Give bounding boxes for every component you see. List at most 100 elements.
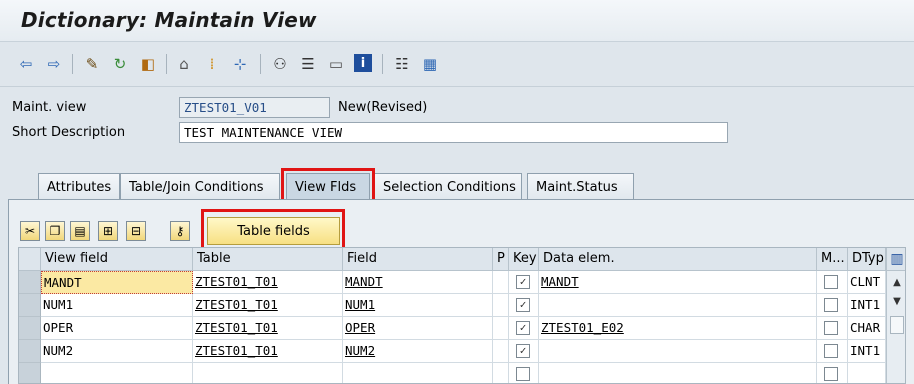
- col-header-table[interactable]: Table: [193, 248, 343, 271]
- p-cell[interactable]: [493, 363, 509, 383]
- tab-table-join-conditions[interactable]: Table/Join Conditions: [120, 173, 280, 199]
- m-cell: [817, 294, 848, 317]
- field-cell[interactable]: OPER: [343, 317, 493, 340]
- object-list-icon[interactable]: ⁞: [202, 54, 222, 74]
- data-element-cell[interactable]: MANDT: [539, 271, 817, 294]
- col-header-data-element[interactable]: Data elem.: [539, 248, 817, 271]
- window-title: Dictionary: Maintain View: [21, 8, 317, 32]
- m-checkbox[interactable]: [824, 367, 838, 381]
- title-bar: Dictionary: Maintain View: [0, 0, 914, 42]
- where-used-icon[interactable]: ⌂: [174, 54, 194, 74]
- key-checkbox[interactable]: ✓: [516, 275, 530, 289]
- m-checkbox[interactable]: [824, 275, 838, 289]
- scroll-down-icon[interactable]: ▼: [890, 295, 904, 309]
- tab-label: Table/Join Conditions: [129, 180, 264, 195]
- key-icon[interactable]: ⚷: [170, 221, 190, 241]
- col-header-m[interactable]: M...: [817, 248, 848, 271]
- short-description-label: Short Description: [12, 125, 126, 140]
- key-checkbox[interactable]: ✓: [516, 298, 530, 312]
- cut-icon[interactable]: ✂: [20, 221, 40, 241]
- table-cell[interactable]: [193, 363, 343, 383]
- other-object-icon[interactable]: ✎: [82, 54, 102, 74]
- hierarchy-icon[interactable]: ⚇: [270, 54, 290, 74]
- tab-label: Selection Conditions: [383, 180, 516, 195]
- field-cell[interactable]: NUM1: [343, 294, 493, 317]
- field-cell[interactable]: [343, 363, 493, 383]
- navigation-icon[interactable]: ⊹: [230, 54, 250, 74]
- tab-highlight-box: [281, 168, 375, 202]
- view-field-cell[interactable]: [41, 363, 193, 383]
- tab-attributes[interactable]: Attributes: [38, 173, 120, 199]
- paste-icon[interactable]: ▤: [70, 221, 90, 241]
- tab-selection-conditions[interactable]: Selection Conditions: [374, 173, 522, 199]
- check-icon[interactable]: ☷: [392, 54, 412, 74]
- technical-settings-icon[interactable]: ☰: [298, 54, 318, 74]
- view-field-cell[interactable]: NUM2: [41, 340, 193, 363]
- view-fields-table: View field Table Field P Key Data elem. …: [18, 247, 906, 384]
- dtype-cell: INT1: [848, 340, 886, 363]
- table-cell[interactable]: ZTEST01_T01: [193, 271, 343, 294]
- back-arrow-icon[interactable]: ⇦: [16, 54, 36, 74]
- m-checkbox[interactable]: [824, 321, 838, 335]
- key-checkbox[interactable]: ✓: [516, 321, 530, 335]
- scroll-up-icon[interactable]: ▲: [890, 276, 904, 290]
- field-cell[interactable]: NUM2: [343, 340, 493, 363]
- data-element-cell[interactable]: ZTEST01_E02: [539, 317, 817, 340]
- m-checkbox[interactable]: [824, 344, 838, 358]
- scroll-thumb[interactable]: [890, 316, 904, 334]
- view-header-form: Maint. view ZTEST01_V01 New(Revised) Sho…: [0, 88, 914, 168]
- m-checkbox[interactable]: [824, 298, 838, 312]
- data-element-cell[interactable]: [539, 363, 817, 383]
- button-highlight-box: [201, 209, 345, 251]
- tab-strip: Attributes Table/Join Conditions View Fl…: [0, 168, 914, 202]
- toolbar-separator: [260, 54, 261, 74]
- toolbar-separator: [382, 54, 383, 74]
- p-cell[interactable]: [493, 271, 509, 294]
- p-cell[interactable]: [493, 317, 509, 340]
- row-selector[interactable]: [19, 271, 41, 294]
- col-header-key[interactable]: Key: [509, 248, 539, 271]
- display-change-icon[interactable]: ↻: [110, 54, 130, 74]
- key-checkbox[interactable]: [516, 367, 530, 381]
- row-selector[interactable]: [19, 317, 41, 340]
- key-checkbox[interactable]: ✓: [516, 344, 530, 358]
- column-settings-icon[interactable]: ▥: [887, 248, 905, 271]
- row-selector[interactable]: [19, 294, 41, 317]
- insert-row-icon[interactable]: ⊞: [98, 221, 118, 241]
- m-cell: [817, 363, 848, 383]
- delete-row-icon[interactable]: ⊟: [126, 221, 146, 241]
- p-cell[interactable]: [493, 294, 509, 317]
- field-cell[interactable]: MANDT: [343, 271, 493, 294]
- col-header-view-field[interactable]: View field: [41, 248, 193, 271]
- copy-icon[interactable]: ❐: [45, 221, 65, 241]
- p-cell[interactable]: [493, 340, 509, 363]
- data-element-cell[interactable]: [539, 340, 817, 363]
- info-icon[interactable]: i: [354, 54, 372, 72]
- tab-label: Attributes: [47, 180, 112, 195]
- view-field-cell[interactable]: OPER: [41, 317, 193, 340]
- table-cell[interactable]: ZTEST01_T01: [193, 317, 343, 340]
- table-view-icon[interactable]: ▦: [420, 54, 440, 74]
- documentation-icon[interactable]: ▭: [326, 54, 346, 74]
- col-header-dtype[interactable]: DTyp: [848, 248, 886, 271]
- col-header-field[interactable]: Field: [343, 248, 493, 271]
- maint-view-label: Maint. view: [12, 100, 87, 115]
- col-header-p[interactable]: P: [493, 248, 509, 271]
- vertical-scrollbar[interactable]: ▥ ▲ ▼: [886, 248, 905, 383]
- forward-arrow-icon[interactable]: ⇨: [44, 54, 64, 74]
- view-field-cell[interactable]: NUM1: [41, 294, 193, 317]
- key-cell: ✓: [509, 294, 539, 317]
- toolbar-separator: [166, 54, 167, 74]
- row-selector[interactable]: [19, 363, 41, 383]
- maint-view-field: ZTEST01_V01: [179, 97, 330, 118]
- row-selector-header[interactable]: [19, 248, 41, 271]
- m-cell: [817, 271, 848, 294]
- table-cell[interactable]: ZTEST01_T01: [193, 340, 343, 363]
- tab-maint-status[interactable]: Maint.Status: [527, 173, 634, 199]
- table-cell[interactable]: ZTEST01_T01: [193, 294, 343, 317]
- short-description-field[interactable]: TEST MAINTENANCE VIEW: [179, 122, 728, 143]
- view-field-cell[interactable]: MANDT: [41, 271, 193, 294]
- row-selector[interactable]: [19, 340, 41, 363]
- data-element-cell[interactable]: [539, 294, 817, 317]
- activate-icon[interactable]: ◧: [138, 54, 158, 74]
